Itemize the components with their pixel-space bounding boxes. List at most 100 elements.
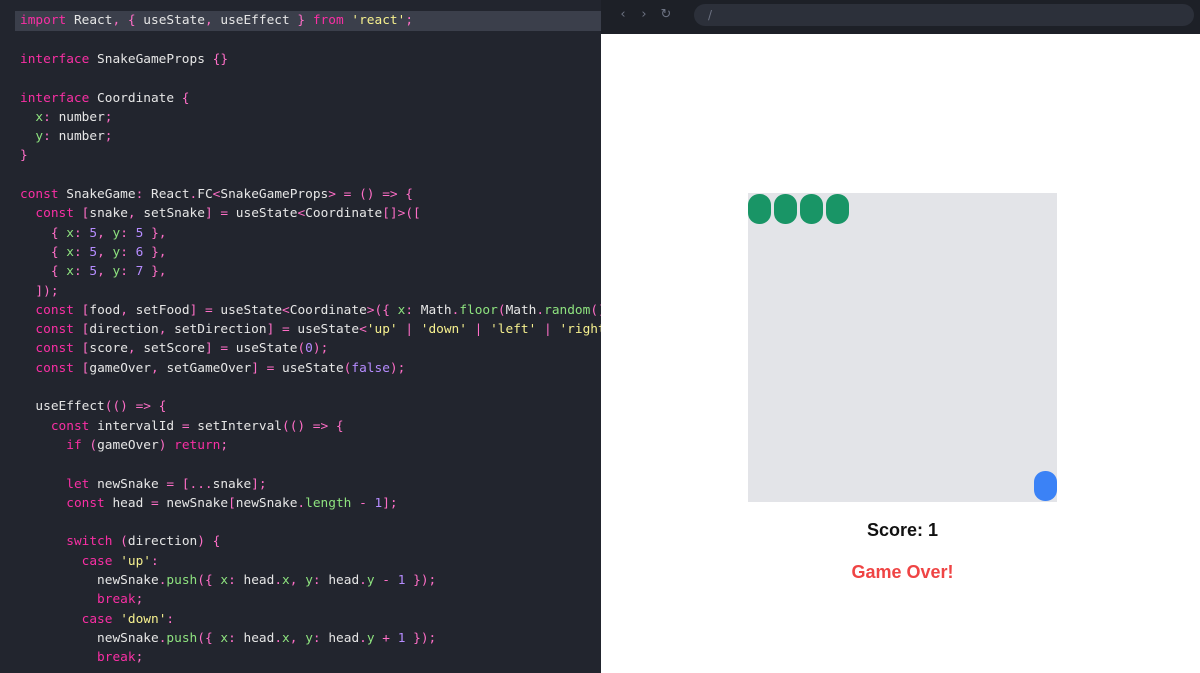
code-line[interactable]: break;: [0, 648, 601, 667]
code-token: y: [35, 129, 44, 145]
code-token: direction: [89, 322, 159, 338]
code-token: useState: [282, 360, 344, 376]
code-line[interactable]: ]);: [0, 282, 601, 301]
code-token: :: [405, 302, 421, 318]
code-line-text: { x: 5, y: 5 },: [0, 226, 167, 241]
code-token: ] =: [204, 341, 236, 357]
code-line[interactable]: }: [0, 146, 601, 165]
code-line[interactable]: if (gameOver) return;: [0, 436, 601, 455]
code-token: head: [243, 630, 275, 646]
code-token: ]);: [35, 283, 59, 299]
code-line[interactable]: const SnakeGame: React.FC<SnakeGameProps…: [0, 185, 601, 204]
code-token: :: [120, 264, 136, 280]
code-token: y: [366, 573, 375, 588]
code-token: food: [89, 302, 121, 318]
url-input[interactable]: /: [694, 4, 1194, 26]
code-token: :: [228, 630, 244, 646]
forward-arrow-icon[interactable]: ›: [636, 6, 652, 24]
code-token: FC: [197, 187, 213, 202]
code-line[interactable]: newSnake.push({ x: head.x, y: head.y + 1…: [0, 629, 601, 648]
code-line-text: const intervalId = setInterval(() => {: [0, 419, 344, 434]
code-token: Coordinate: [289, 302, 367, 318]
code-line[interactable]: switch (direction) {: [0, 532, 601, 551]
code-line-text: let newSnake = [...snake];: [0, 477, 266, 492]
code-line[interactable]: break;: [0, 590, 601, 609]
code-token: gameOver: [97, 437, 159, 453]
code-line[interactable]: { x: 5, y: 7 },: [0, 262, 601, 281]
code-token: 'right': [559, 322, 601, 338]
code-token: false: [351, 360, 390, 376]
code-token: ,: [97, 225, 113, 241]
code-token: },: [143, 244, 167, 260]
code-token: ,: [97, 244, 113, 260]
code-token: y: [305, 573, 313, 588]
code-line[interactable]: const intervalId = setInterval(() => {: [0, 417, 601, 436]
code-line[interactable]: interface SnakeGameProps {}: [0, 50, 601, 69]
code-line[interactable]: case 'up':: [0, 552, 601, 571]
code-token: [: [73, 360, 90, 376]
code-line[interactable]: const [direction, setDirection] = useSta…: [0, 320, 601, 339]
code-line[interactable]: interface Coordinate {: [0, 89, 601, 108]
code-line[interactable]: { x: 5, y: 5 },: [0, 224, 601, 243]
code-line[interactable]: [0, 69, 601, 88]
code-line[interactable]: const [snake, setSnake] = useState<Coord…: [0, 204, 601, 223]
code-token: head: [328, 573, 360, 588]
code-token: (): [590, 302, 601, 318]
snake-segment: [800, 194, 823, 224]
code-line[interactable]: case 'down':: [0, 610, 601, 629]
code-token: .: [274, 573, 283, 588]
code-token: useState: [297, 322, 360, 338]
browser-preview-pane: ‹ › ↻ / Score: 1 Game Over!: [601, 0, 1200, 673]
code-line-text: interface Coordinate {: [0, 91, 190, 106]
code-token: setSnake: [143, 206, 205, 222]
code-line[interactable]: useEffect(() => {: [0, 397, 601, 416]
code-token: x: [282, 573, 290, 588]
code-line[interactable]: const [food, setFood] = useState<Coordin…: [0, 301, 601, 320]
code-line[interactable]: [0, 513, 601, 532]
code-token: const: [35, 360, 74, 376]
code-token: setScore: [143, 341, 205, 357]
code-editor-pane[interactable]: import React, { useState, useEffect } fr…: [0, 0, 601, 673]
code-token: {: [50, 225, 67, 241]
code-line[interactable]: const head = newSnake[newSnake.length - …: [0, 494, 601, 513]
code-line[interactable]: newSnake.push({ x: head.x, y: head.y - 1…: [0, 571, 601, 590]
code-token: (() => {: [281, 418, 344, 434]
code-token: SnakeGame: [58, 187, 136, 202]
code-token: x: [66, 244, 74, 260]
code-line[interactable]: const [gameOver, setGameOver] = useState…: [0, 359, 601, 378]
code-line[interactable]: [0, 166, 601, 185]
code-token: ;: [220, 437, 229, 453]
code-token: x: [220, 573, 229, 588]
code-line[interactable]: [0, 378, 601, 397]
code-token: }: [20, 148, 28, 164]
code-line[interactable]: const [score, setScore] = useState(0);: [0, 339, 601, 358]
code-token: , {: [112, 13, 144, 29]
code-token: setDirection: [174, 322, 267, 338]
code-token: newSnake: [235, 495, 298, 511]
code-line[interactable]: import React, { useState, useEffect } fr…: [15, 11, 601, 31]
code-line[interactable]: x: number;: [0, 108, 601, 127]
code-token: newSnake: [20, 630, 159, 646]
code-token: React: [66, 13, 113, 29]
code-token: :: [312, 573, 329, 588]
code-line[interactable]: [0, 31, 601, 50]
code-line[interactable]: [0, 455, 601, 474]
reload-icon[interactable]: ↻: [658, 6, 674, 24]
code-token: case: [81, 553, 113, 569]
back-arrow-icon[interactable]: ‹: [615, 6, 631, 24]
code-token: >({: [366, 302, 398, 318]
code-line[interactable]: y: number;: [0, 127, 601, 146]
code-token: head: [243, 573, 275, 588]
code-line[interactable]: let newSnake = [...snake];: [0, 475, 601, 494]
code-line[interactable]: { x: 5, y: 6 },: [0, 243, 601, 262]
code-token: import: [20, 13, 67, 29]
code-token: :: [73, 244, 90, 260]
